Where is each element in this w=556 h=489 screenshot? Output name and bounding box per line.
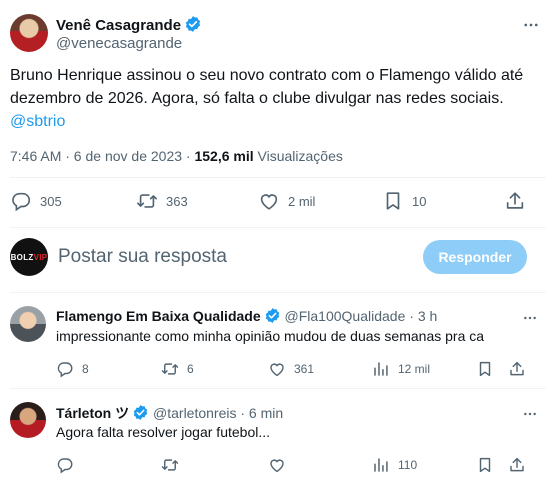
verified-badge-icon[interactable] [184, 15, 202, 37]
share-button[interactable] [504, 190, 534, 212]
bookmark-button[interactable] [476, 360, 502, 378]
share-button[interactable] [508, 360, 534, 378]
like-count: 2 mil [288, 193, 316, 209]
reply-button[interactable]: 305 [10, 190, 62, 212]
tweet-text: Bruno Henrique assinou o seu novo contra… [10, 64, 540, 133]
divider [10, 388, 546, 389]
reply-header: Flamengo Em Baixa Qualidade @Fla100Quali… [56, 307, 437, 327]
views-count: 12 mil [398, 362, 431, 376]
reply-submit-button[interactable]: Responder [423, 240, 527, 274]
reply-actions: 8 6 361 12 mil [56, 360, 526, 378]
avatar-logo-text-accent: VIP [33, 252, 48, 262]
views-count: 152,6 mil [194, 148, 254, 164]
more-icon[interactable] [522, 16, 540, 39]
reply-icon [12, 192, 31, 212]
share-icon [506, 192, 524, 209]
views-label: Visualizações [253, 148, 343, 164]
share-icon [510, 361, 524, 376]
reply-author-handle[interactable]: @tarletonreis [153, 405, 236, 421]
mention-link[interactable]: @sbtrio [10, 110, 540, 133]
reply-author-name[interactable]: Flamengo Em Baixa Qualidade [56, 308, 261, 324]
views-count: 110 [398, 458, 418, 472]
more-icon[interactable] [522, 406, 538, 427]
reply-icon [57, 362, 73, 378]
like-button[interactable]: 2 mil [258, 190, 315, 212]
like-button[interactable]: 361 [268, 360, 314, 378]
author-name[interactable]: Venê Casagrande [56, 17, 181, 34]
avatar-logo-text: BOLZ [10, 252, 34, 262]
bookmark-button[interactable] [476, 456, 502, 474]
retweet-count: 6 [187, 362, 194, 376]
reply-input[interactable]: Postar sua resposta [58, 246, 227, 268]
author-avatar[interactable] [10, 14, 48, 52]
author-handle[interactable]: @venecasagrande [56, 35, 182, 52]
bookmark-count: 10 [412, 193, 427, 209]
like-count: 361 [294, 362, 315, 376]
divider [10, 177, 546, 178]
like-icon [270, 459, 284, 473]
tweet-meta: 7:46 AM · 6 de nov de 2023 · 152,6 mil V… [10, 148, 343, 164]
views-icon [374, 458, 388, 472]
views-icon [374, 362, 388, 376]
main-tweet: Venê Casagrande @venecasagrande Bruno He… [0, 0, 556, 230]
like-button[interactable] [268, 456, 294, 474]
tweet-actions: 305 363 2 mil 10 [10, 190, 540, 214]
reply-actions: 110 [56, 456, 526, 474]
author-name-row[interactable]: Venê Casagrande [56, 15, 202, 37]
like-icon [270, 363, 284, 377]
retweet-count: 363 [166, 193, 188, 209]
retweet-button[interactable]: 363 [136, 190, 188, 212]
like-icon [260, 194, 278, 210]
verified-badge-icon[interactable] [264, 307, 281, 327]
retweet-button[interactable]: 6 [161, 360, 194, 378]
divider [10, 292, 546, 293]
verified-badge-icon[interactable] [132, 404, 149, 424]
reply-header: Tárleton ツ @tarletonreis · 6 min [56, 403, 283, 424]
reply-text: impressionante como minha opinião mudou … [56, 328, 485, 344]
divider [10, 227, 546, 228]
bookmark-button[interactable]: 10 [382, 190, 426, 212]
tweet-body: Bruno Henrique assinou o seu novo contra… [10, 67, 524, 107]
reply-icon [57, 458, 73, 474]
reply-author-name[interactable]: Tárleton ツ [56, 405, 129, 421]
retweet-icon [161, 459, 179, 471]
more-icon[interactable] [522, 310, 538, 331]
reply-count: 305 [40, 193, 62, 209]
retweet-icon [137, 194, 157, 208]
bookmark-icon [386, 192, 400, 210]
reply-button[interactable] [56, 456, 82, 474]
retweet-button[interactable] [161, 456, 187, 474]
reply-count: 8 [82, 362, 89, 376]
reply-button[interactable]: 8 [56, 360, 89, 378]
tweet-timestamp[interactable]: 7:46 AM · 6 de nov de 2023 · [10, 148, 194, 164]
bookmark-icon [479, 457, 491, 473]
share-button[interactable] [508, 456, 534, 474]
reply-avatar[interactable] [10, 402, 46, 438]
reply-time[interactable]: · 6 min [236, 405, 283, 421]
bookmark-icon [479, 361, 491, 377]
reply-composer: BOLZ VIP Postar sua resposta Responder [0, 232, 556, 284]
reply-tweet[interactable]: Tárleton ツ @tarletonreis · 6 min Agora f… [0, 390, 556, 489]
reply-avatar[interactable] [10, 306, 46, 342]
share-icon [510, 457, 524, 472]
views-button[interactable]: 110 [372, 456, 417, 474]
reply-author-handle[interactable]: @Fla100Qualidade [285, 308, 406, 324]
reply-tweet[interactable]: Flamengo Em Baixa Qualidade @Fla100Quali… [0, 294, 556, 390]
user-avatar[interactable]: BOLZ VIP [10, 238, 48, 276]
reply-time[interactable]: · 3 h [405, 308, 437, 324]
retweet-icon [161, 363, 179, 375]
reply-text: Agora falta resolver jogar futebol... [56, 424, 271, 440]
views-button[interactable]: 12 mil [372, 360, 430, 378]
